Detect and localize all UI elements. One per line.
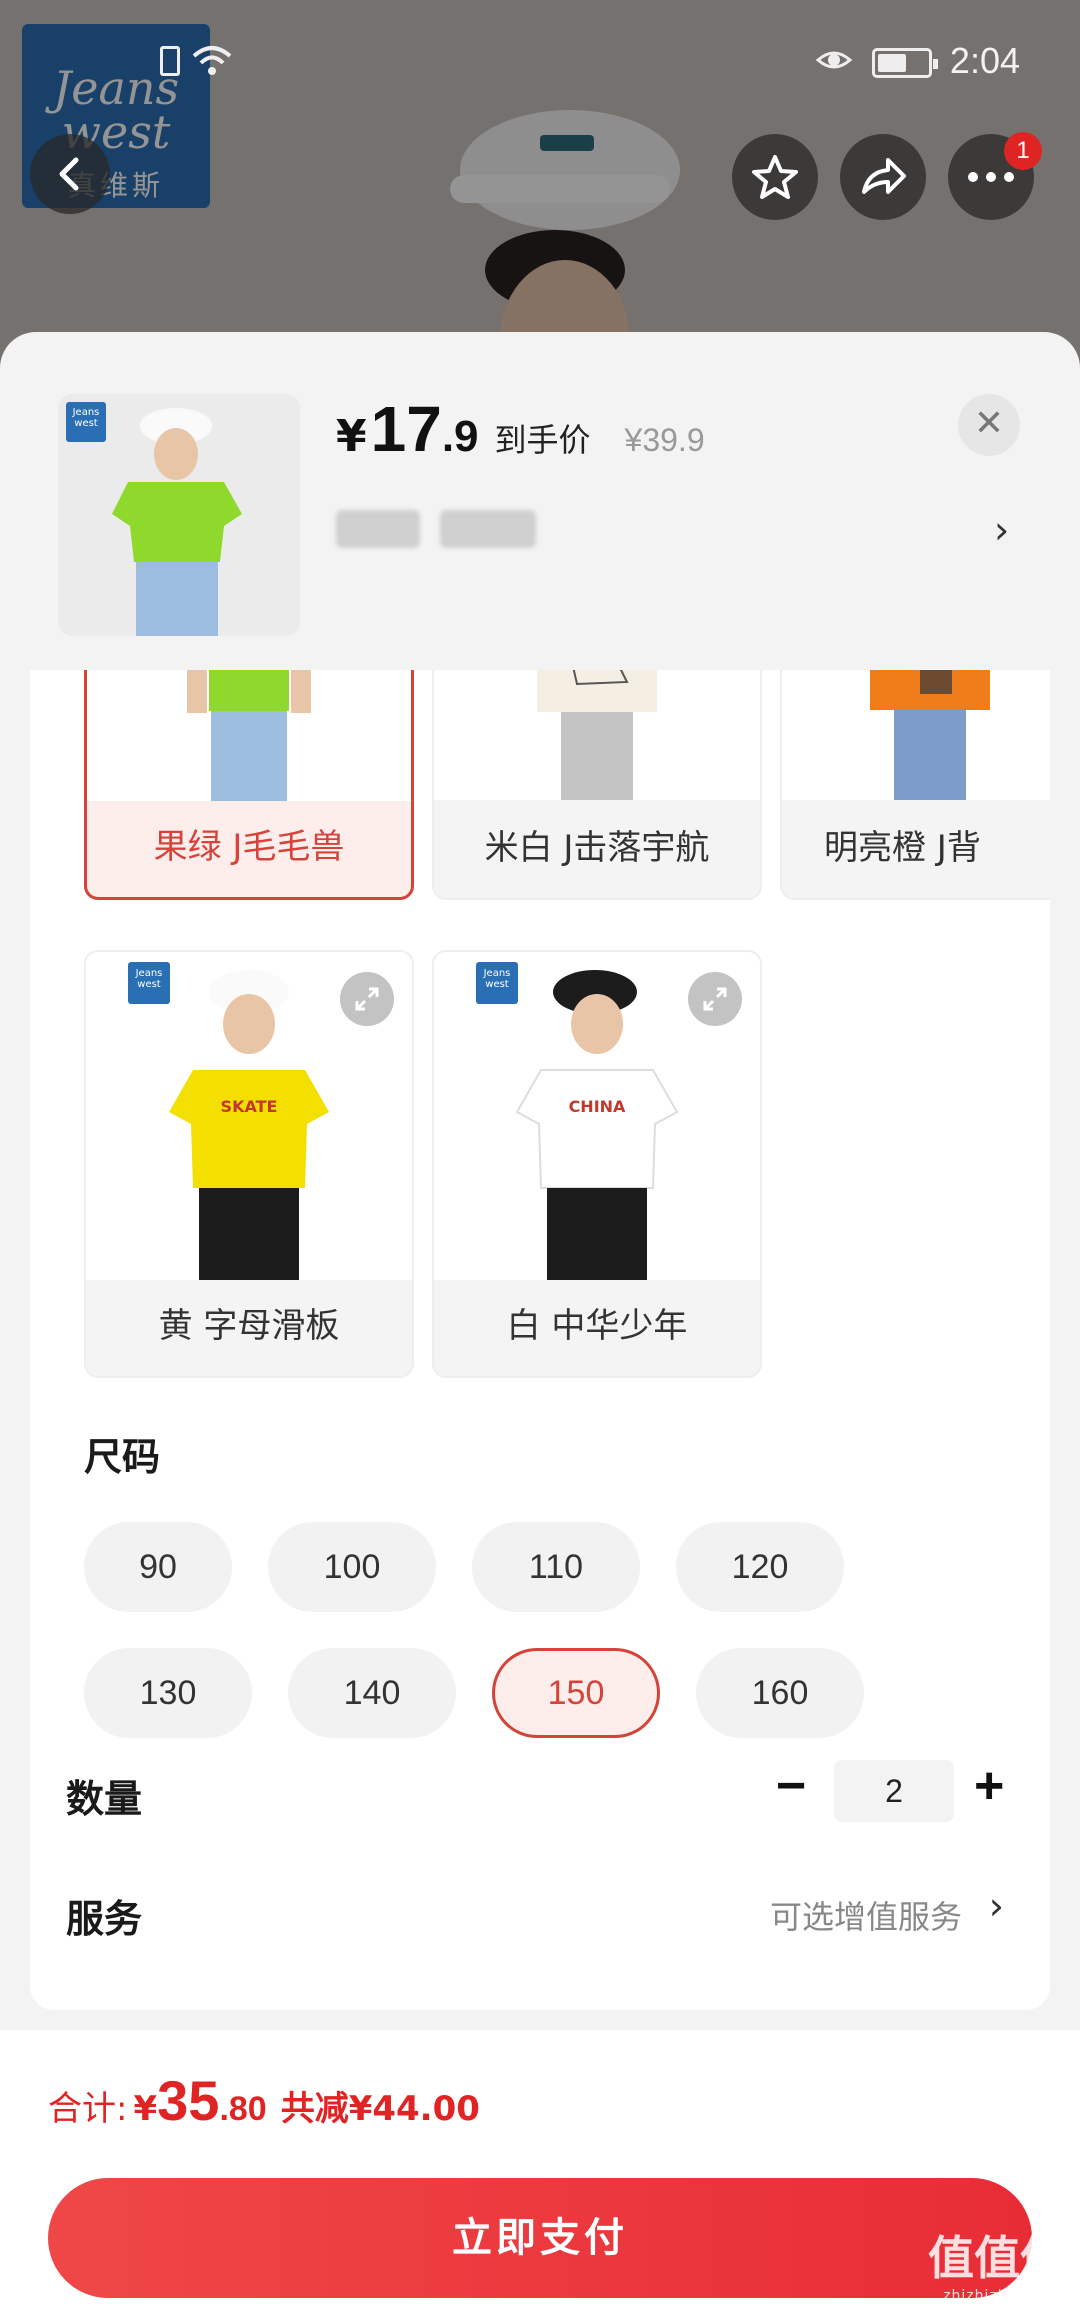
size-option-140[interactable]: 140 (288, 1648, 456, 1738)
watermark-main: 值值值 (928, 2231, 1066, 2285)
watermark-sub: zhizhizhi.com (943, 2288, 1051, 2304)
svg-text:SKATE: SKATE (221, 1097, 278, 1116)
color-option-2[interactable]: 明亮橙 J背 (780, 670, 1050, 900)
color-option-label: 黄 字母滑板 (158, 1306, 340, 1346)
notification-badge: 1 (1004, 132, 1042, 170)
blurred-text (336, 510, 420, 548)
size-option-90[interactable]: 90 (84, 1522, 232, 1612)
eye-comfort-icon (815, 51, 853, 69)
checkout-bar: 合计: ¥ 35 .80 共减¥44.00 立即支付 (0, 2030, 1080, 2310)
final-price-tag: 到手价 (494, 421, 591, 459)
color-option-1[interactable]: 米白 J击落宇航 (432, 670, 762, 900)
size-option-160[interactable]: 160 (696, 1648, 864, 1738)
sku-scroll-area[interactable]: 果绿 J毛毛兽 米白 J击落宇航 明亮橙 J背 SKATE Jeans west… (30, 670, 1050, 2010)
quantity-title: 数量 (66, 1777, 143, 1821)
color-option-photo (187, 670, 311, 801)
color-option-label: 白 中华少年 (506, 1306, 688, 1346)
thumbnail-brand-logo: Jeans west (66, 402, 106, 442)
blurred-text (440, 510, 536, 548)
share-button[interactable] (840, 134, 926, 220)
expand-icon[interactable] (340, 972, 394, 1026)
size-option-110[interactable]: 110 (472, 1522, 640, 1612)
more-dots-icon (968, 172, 1014, 182)
card-brand-logo: Jeans west (476, 962, 518, 1004)
back-button[interactable] (30, 134, 110, 214)
chevron-right-icon[interactable]: › (989, 1884, 1004, 1928)
battery-icon (872, 48, 938, 78)
price-decimal: .9 (441, 412, 479, 461)
sim-icon (160, 46, 180, 76)
quantity-input[interactable]: 2 (834, 1760, 954, 1822)
size-option-150[interactable]: 150 (492, 1648, 660, 1738)
status-time: 2:04 (949, 40, 1020, 81)
color-option-label: 果绿 J毛毛兽 (153, 827, 345, 867)
svg-text:CHINA: CHINA (569, 1097, 626, 1116)
total-integer: 35 (157, 2069, 220, 2132)
favorite-button[interactable] (732, 134, 818, 220)
color-option-label: 米白 J击落宇航 (484, 828, 710, 868)
color-option-photo (537, 670, 657, 800)
chevron-right-icon[interactable]: › (994, 508, 1009, 552)
quantity-increase-button[interactable]: + (974, 1756, 1004, 1816)
original-price: ¥39.9 (624, 422, 705, 458)
sheet-header: Jeans west ¥ 17 .9 到手价 ¥39.9 ✕ › (0, 332, 1080, 672)
sku-selection-sheet: Jeans west ¥ 17 .9 到手价 ¥39.9 ✕ › 果绿 J毛毛兽… (0, 332, 1080, 2310)
share-icon (862, 158, 906, 194)
total-label: 合计: (48, 2089, 128, 2129)
total-row: 合计: ¥ 35 .80 共减¥44.00 (48, 2068, 480, 2133)
service-hint[interactable]: 可选增值服务 (770, 1892, 962, 1938)
star-icon (752, 155, 798, 199)
service-title: 服务 (66, 1897, 143, 1941)
status-bar: 2:04 (0, 30, 1080, 90)
price-integer: 17 (370, 393, 442, 465)
color-option-3[interactable]: SKATE Jeans west 黄 字母滑板 (84, 950, 414, 1378)
total-discount: 共减¥44.00 (280, 2089, 480, 2129)
total-currency: ¥ (133, 2089, 158, 2129)
wifi-icon (192, 46, 232, 75)
price-row: ¥ 17 .9 到手价 ¥39.9 (336, 392, 705, 472)
price-currency: ¥ (336, 411, 367, 462)
pay-now-button[interactable]: 立即支付 (48, 2178, 1032, 2298)
card-brand-logo: Jeans west (128, 962, 170, 1004)
color-option-4[interactable]: CHINA Jeans west 白 中华少年 (432, 950, 762, 1378)
close-icon: ✕ (973, 403, 1005, 444)
expand-icon[interactable] (688, 972, 742, 1026)
chevron-left-icon (59, 157, 79, 191)
quantity-decrease-button[interactable]: − (776, 1756, 806, 1816)
selected-spec-blurred[interactable] (336, 510, 536, 548)
total-decimal: .80 (219, 2090, 267, 2128)
product-thumbnail[interactable]: Jeans west (58, 394, 300, 636)
size-option-120[interactable]: 120 (676, 1522, 844, 1612)
site-watermark: 值值值 zhizhizhi.com (928, 2222, 1066, 2304)
color-option-label: 明亮橙 J背 (824, 828, 981, 868)
size-option-130[interactable]: 130 (84, 1648, 252, 1738)
color-option-0[interactable]: 果绿 J毛毛兽 (84, 670, 414, 900)
color-option-photo (870, 670, 990, 800)
close-button[interactable]: ✕ (958, 394, 1020, 456)
size-option-100[interactable]: 100 (268, 1522, 436, 1612)
size-title: 尺码 (84, 1435, 161, 1479)
